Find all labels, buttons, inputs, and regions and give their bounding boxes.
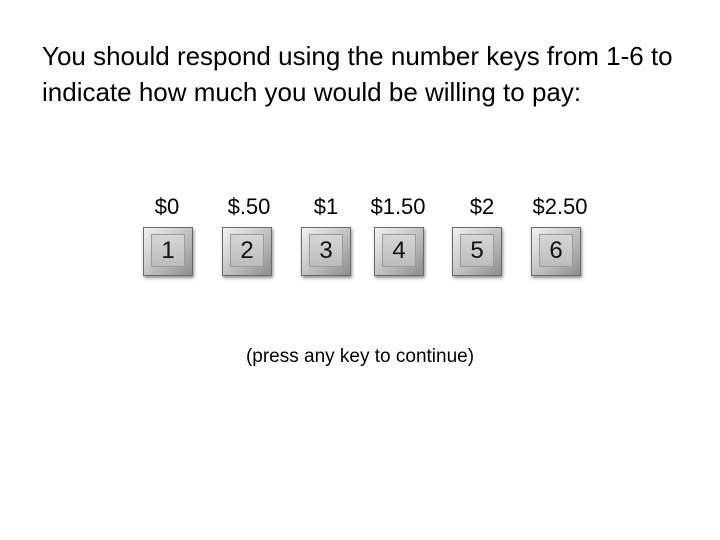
instructions-text: You should respond using the number keys… [42, 41, 673, 107]
price-label-2: $.50 [227, 194, 271, 219]
continue-prompt: (press any key to continue) [245, 346, 475, 367]
key-button-4[interactable]: 4 [374, 227, 424, 276]
price-label-1: $0 [154, 194, 180, 219]
key-label-4: 4 [382, 234, 416, 267]
price-label-5: $2 [469, 194, 495, 219]
key-button-1[interactable]: 1 [143, 227, 193, 276]
key-label-5: 5 [460, 234, 494, 267]
key-label-3: 3 [309, 234, 343, 267]
key-label-2: 2 [230, 234, 264, 267]
price-label-4: $1.50 [370, 194, 426, 219]
key-button-6[interactable]: 6 [531, 227, 581, 276]
price-label-6: $2.50 [532, 194, 588, 219]
key-button-2[interactable]: 2 [222, 227, 272, 276]
key-label-6: 6 [539, 234, 573, 267]
key-button-5[interactable]: 5 [452, 227, 502, 276]
price-label-3: $1 [313, 194, 339, 219]
key-label-1: 1 [151, 234, 185, 267]
key-button-3[interactable]: 3 [301, 227, 351, 276]
